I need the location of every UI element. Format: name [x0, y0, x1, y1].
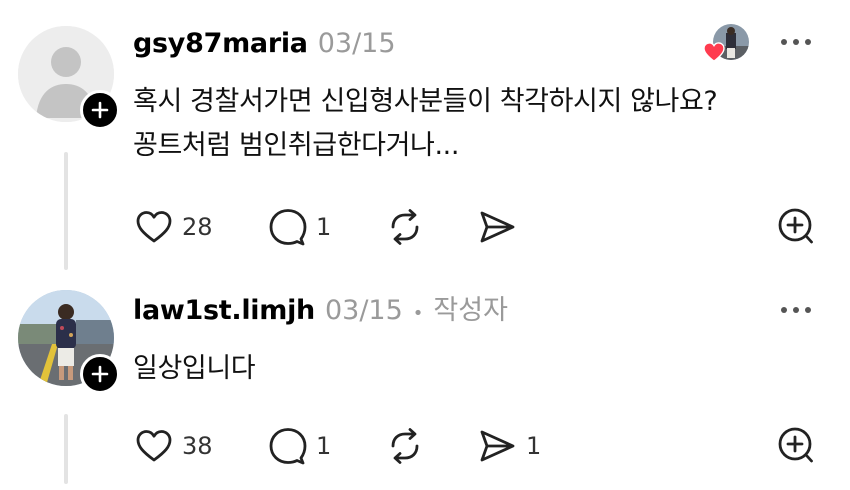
thread-line: [64, 152, 68, 270]
reply-count: 1: [316, 432, 332, 460]
reply-button[interactable]: [268, 208, 308, 246]
share-count: 1: [526, 432, 542, 460]
add-button[interactable]: [777, 426, 815, 464]
reply-bubble-icon: [269, 209, 307, 246]
repost-icon: [391, 209, 419, 245]
comment-date: 03/15: [317, 28, 396, 59]
share-button[interactable]: [478, 210, 516, 244]
more-horizontal-icon: [781, 39, 811, 45]
add-button[interactable]: [777, 207, 815, 245]
comment-date: 03/15: [324, 295, 403, 326]
meta-separator: •: [412, 303, 424, 324]
reply-count: 1: [316, 213, 332, 241]
share-send-icon: [480, 211, 515, 243]
comment-text-line-1: 일상입니다: [133, 353, 256, 384]
heart-icon: [136, 211, 172, 243]
repost-icon: [391, 428, 419, 464]
like-button[interactable]: [135, 429, 173, 463]
thread-line: [64, 414, 68, 484]
repost-button[interactable]: [386, 208, 424, 246]
plus-icon: [91, 365, 109, 383]
add-circle-icon: [778, 208, 813, 244]
heart-filled-icon: [703, 42, 725, 62]
reply-button[interactable]: [268, 427, 308, 465]
add-circle-icon: [778, 427, 813, 463]
follow-plus-button[interactable]: [80, 90, 120, 130]
comment-header: law1st.limjh 03/15 • 작성자: [133, 294, 508, 328]
more-horizontal-icon: [781, 307, 811, 313]
repost-button[interactable]: [386, 427, 424, 465]
share-button[interactable]: [478, 429, 516, 463]
comment-header: gsy87maria 03/15: [133, 27, 396, 61]
comment-text-line-1: 혹시 경찰서가면 신입형사분들이 착각하시지 않나요?: [133, 86, 718, 117]
comment-text-line-2: 꽁트처럼 범인취급한다거나...: [133, 130, 460, 161]
more-options-button[interactable]: [780, 36, 812, 48]
author-liked-indicator: [703, 24, 751, 66]
username[interactable]: law1st.limjh: [133, 294, 315, 328]
like-button[interactable]: [135, 210, 173, 244]
like-count: 28: [182, 213, 213, 241]
more-options-button[interactable]: [780, 304, 812, 316]
plus-icon: [91, 101, 109, 119]
reply-bubble-icon: [269, 428, 307, 465]
like-count: 38: [182, 432, 213, 460]
heart-icon: [136, 430, 172, 462]
share-send-icon: [480, 430, 515, 462]
follow-plus-button[interactable]: [80, 354, 120, 394]
author-badge: 작성자: [433, 295, 508, 326]
username[interactable]: gsy87maria: [133, 27, 308, 61]
